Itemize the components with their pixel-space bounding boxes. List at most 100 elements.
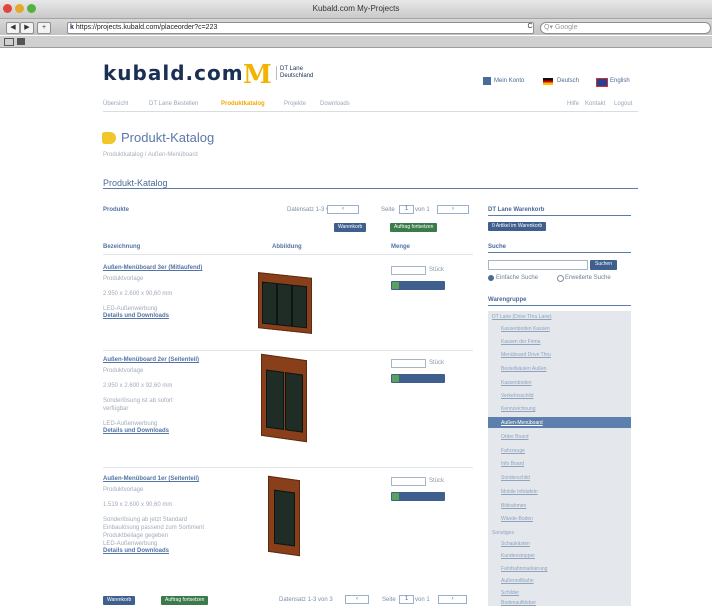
back-button[interactable]: ◀ [6,22,20,34]
nav-contact[interactable]: Kontakt [585,101,605,107]
product-line: Produktvorlage [103,276,144,282]
category-item[interactable]: Bodenaufkleber [501,600,536,606]
quantity-input[interactable] [391,266,426,275]
col-qty[interactable]: Menge [391,244,410,250]
next-page-button[interactable]: › [437,205,469,214]
add-to-basket-button[interactable] [391,374,445,383]
search-title: Suche [488,244,507,250]
category-item[interactable]: Fahrzeuge [501,448,525,454]
category-item[interactable]: Schilder [501,590,519,596]
add-bookmark-button[interactable]: + [37,22,51,34]
add-to-basket-button[interactable] [391,281,445,290]
basket-count-button[interactable]: 0 Artikel im Warenkorb [488,222,547,231]
product-row: Außen-Menüboard 2er (Seitenteil) Produkt… [103,356,263,434]
category-item[interactable]: Order Board [501,434,529,440]
forward-button[interactable]: ▶ [20,22,34,34]
account-link[interactable]: Mein Konto [494,78,524,84]
nav-divider [103,111,638,112]
product-line: LED-Außenwerbung [103,541,158,547]
add-to-basket-button[interactable] [391,492,445,501]
product-line: Einbaulösung passend zum Sortiment [103,525,205,531]
col-name[interactable]: Bezeichnung [103,244,140,250]
category-item[interactable]: Mobile Infotafeln [501,489,538,495]
category-item[interactable]: Kassenboden [501,380,532,386]
category-item[interactable]: Fahrbahnmarkierung [501,566,547,572]
sidebar-divider [488,252,631,253]
page-input-bottom[interactable]: 1 [399,595,414,604]
top-sites-icon[interactable] [17,38,25,45]
plus-icon [392,375,399,382]
reading-list-icon[interactable] [4,38,14,46]
category-item[interactable]: Kassen der Firma [501,339,540,345]
lang-de-link[interactable]: Deutsch [557,78,579,84]
window-title: Kubald.com My-Projects [312,4,400,13]
product-name[interactable]: Außen-Menüboard 3er (Mitlaufend) [103,264,263,272]
category-item[interactable]: Verkehrsschild [501,393,534,399]
category-item[interactable]: Kennzeichnung [501,406,535,412]
product-line: verfügbar [103,406,129,412]
quantity-input[interactable] [391,359,426,368]
search-mode-radio[interactable] [557,275,564,282]
search-mode-radio[interactable] [488,275,494,281]
product-image[interactable] [261,353,307,443]
search-field[interactable]: Q▾ Google [540,22,711,34]
col-image[interactable]: Abbildung [272,244,302,250]
nav-catalog[interactable]: Produktkatalog [221,101,265,107]
product-line: LED-Außenwerbung [103,421,158,427]
continue-order-button[interactable]: Auftrag fortsetzen [390,223,438,232]
nav-help[interactable]: Hilfe [567,101,579,107]
nav-order[interactable]: DT Lane Bestellen [149,101,198,107]
page-input[interactable]: 1 [399,205,414,214]
product-name[interactable]: Außen-Menüboard 1er (Seitenteil) [103,475,268,483]
category-group-head[interactable]: DT Lane (Drive Thru Lane) [492,314,552,320]
nav-downloads[interactable]: Downloads [320,101,350,107]
next-page-button-bottom[interactable]: › [438,595,467,604]
category-item[interactable]: Kassenboden Kassen [501,326,550,332]
details-link[interactable]: Details und Downloads [103,548,268,554]
nav-logout[interactable]: Logout [614,101,632,107]
product-image[interactable] [268,475,300,557]
lang-en-link[interactable]: English [610,78,630,84]
product-line: Sonderlösung ab jetzt Standard [103,517,188,523]
details-link[interactable]: Details und Downloads [103,428,263,434]
category-item[interactable]: Außenrollbahn [501,578,534,584]
product-panel [285,372,303,433]
category-group-head[interactable]: Sonstiges [492,530,514,536]
sidebar-search-input[interactable] [488,260,588,270]
quantity-input[interactable] [391,477,426,486]
reload-button[interactable]: C [527,22,533,32]
kubald-logo[interactable]: kubald.com [103,61,244,85]
category-item[interactable]: Info Board [501,461,524,467]
product-name[interactable]: Außen-Menüboard 2er (Seitenteil) [103,356,263,364]
continue-order-button-bottom[interactable]: Auftrag fortsetzen [161,596,209,605]
nav-overview[interactable]: Übersicht [103,101,128,107]
plus-icon [392,282,399,289]
page-title: Produkt-Katalog [121,130,215,145]
basket-button[interactable]: Warenkorb [334,223,367,232]
category-item[interactable]: Menüboard Drive Thru [501,352,551,358]
breadcrumb[interactable]: Produktkatalog / Außen-Menüboard [103,152,198,158]
sidebar-search-button[interactable]: Suchen [590,260,617,270]
product-line: Produktvorlage [103,368,144,374]
brand-line-1: DT Lane [280,66,303,72]
details-link[interactable]: Details und Downloads [103,313,263,319]
category-item[interactable]: Bestellsäulen Außen [501,366,547,372]
page-of: von 1 [415,207,430,213]
category-item[interactable]: Schaukästen [501,541,530,547]
nav-projects[interactable]: Projekte [284,101,306,107]
category-item[interactable]: Bildrahmen [501,503,526,509]
sidebar-divider [488,305,631,306]
address-bar[interactable]: k https://projects.kubald.com/placeorder?… [67,22,534,34]
product-image[interactable] [258,272,312,334]
product-row: Außen-Menüboard 1er (Seitenteil) Produkt… [103,475,268,554]
category-item[interactable]: Wände-Boden [501,516,533,522]
category-item[interactable]: Sonderschild [501,475,530,481]
category-item-selected[interactable]: Außen-Menüboard [501,420,543,426]
category-item[interactable]: Kundenstopper [501,553,535,559]
basket-button-bottom[interactable]: Warenkorb [103,596,136,605]
product-row: Außen-Menüboard 3er (Mitlaufend) Produkt… [103,264,263,319]
row-divider [103,350,473,351]
prev-page-button[interactable]: ‹ [327,205,359,214]
prev-page-button-bottom[interactable]: ‹ [345,595,369,604]
site-favicon-icon: k [70,24,74,31]
